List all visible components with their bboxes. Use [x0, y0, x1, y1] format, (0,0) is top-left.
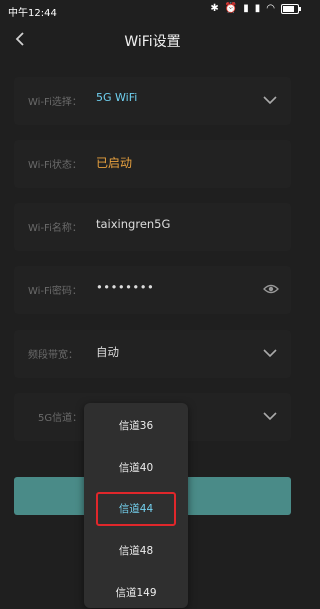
status-bar: 中午12:44 ✱ ⏰ ▮ ▮ ◠: [0, 0, 305, 22]
battery-icon: [281, 4, 301, 14]
dropdown-chevron-icon[interactable]: [263, 346, 277, 360]
bandwidth-label: 频段带宽：: [28, 350, 78, 361]
wifi-name-row[interactable]: Wi-Fi名称： taixingren5G: [14, 203, 291, 251]
bandwidth-row[interactable]: 频段带宽： 自动: [14, 330, 291, 378]
channel-option[interactable]: 信道40: [84, 460, 188, 475]
wifi-password-row[interactable]: Wi-Fi密码： ••••••••: [14, 266, 291, 314]
signal-icon: ▮: [243, 3, 249, 14]
bandwidth-value: 自动: [96, 345, 119, 359]
channel-option[interactable]: 信道149: [84, 585, 188, 600]
wifi-name-label: Wi-Fi名称：: [28, 223, 82, 234]
wifi-select-label: Wi-Fi选择：: [28, 97, 82, 108]
wifi-icon: ◠: [266, 3, 275, 14]
status-icons: ✱ ⏰ ▮ ▮ ◠: [210, 3, 301, 15]
wifi-status-value: 已启动: [96, 156, 133, 170]
channel-label: 5G信道：: [38, 413, 83, 424]
dropdown-chevron-icon[interactable]: [263, 93, 277, 107]
wifi-select-row[interactable]: Wi-Fi选择： 5G WiFi: [14, 77, 291, 125]
channel-option[interactable]: 信道48: [84, 543, 188, 558]
page-title: WiFi设置: [124, 34, 181, 50]
dropdown-chevron-icon[interactable]: [263, 409, 277, 423]
wifi-status-row: Wi-Fi状态： 已启动: [14, 140, 291, 188]
channel-dropdown: 信道36 信道40 信道44 信道48 信道149: [84, 403, 188, 608]
wifi-status-label: Wi-Fi状态：: [28, 160, 82, 171]
signal-icon-2: ▮: [254, 3, 261, 14]
header: WiFi设置: [0, 22, 305, 62]
wifi-name-input[interactable]: taixingren5G: [96, 217, 170, 231]
selection-highlight-box: [96, 492, 176, 526]
wifi-select-value: 5G WiFi: [96, 91, 138, 104]
wifi-password-label: Wi-Fi密码：: [28, 286, 82, 297]
status-time: 中午12:44: [8, 8, 57, 19]
eye-icon[interactable]: [263, 282, 279, 296]
channel-option[interactable]: 信道36: [84, 418, 188, 433]
bluetooth-icon: ✱: [210, 3, 219, 14]
wifi-password-input[interactable]: ••••••••: [96, 280, 154, 294]
alarm-icon: ⏰: [224, 3, 238, 14]
